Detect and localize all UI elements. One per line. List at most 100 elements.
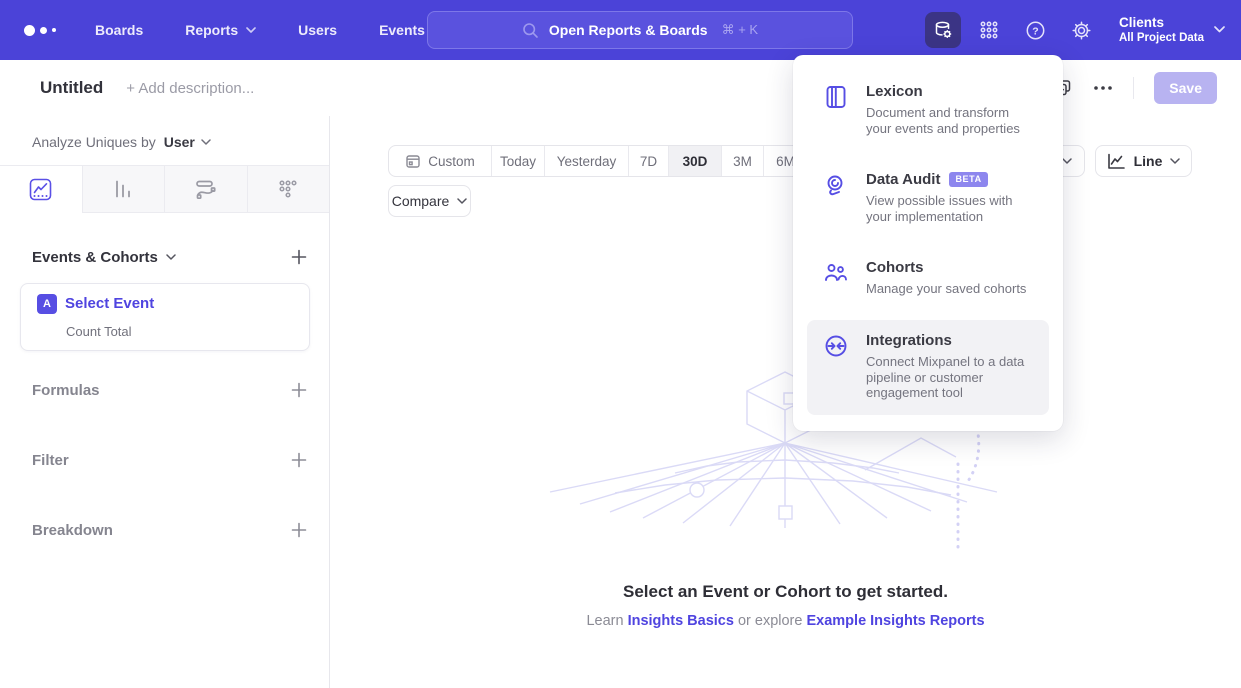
add-description-field[interactable]: + Add description... (126, 80, 254, 97)
line-chart-tab-icon (29, 178, 52, 201)
query-builder-sidebar: Analyze Uniques by User (0, 116, 330, 688)
example-insights-reports-link[interactable]: Example Insights Reports (806, 613, 984, 629)
chart-style-label: Line (1134, 153, 1163, 169)
database-gear-icon (933, 20, 954, 41)
nav-boards-label: Boards (95, 22, 143, 38)
lexicon-book-icon (823, 83, 849, 136)
menu-item-data-audit[interactable]: Data Audit BETA View possible issues wit… (807, 159, 1049, 238)
tab-retention[interactable] (247, 166, 330, 213)
more-options-icon[interactable] (1093, 85, 1113, 91)
help-button[interactable]: ? (1017, 12, 1053, 48)
project-name: All Project Data (1119, 31, 1204, 46)
header-actions: Save (1053, 72, 1217, 104)
empty-state-subtext: Learn Insights Basics or explore Example… (330, 613, 1241, 629)
header-divider (1133, 77, 1134, 99)
chart-type-tabs (0, 165, 329, 213)
menu-item-cohorts[interactable]: Cohorts Manage your saved cohorts (807, 247, 1049, 311)
gear-icon (1071, 20, 1092, 41)
date-range-yesterday-label: Yesterday (557, 154, 617, 169)
date-range-custom[interactable]: Custom (389, 146, 491, 176)
apps-grid-button[interactable] (971, 12, 1007, 48)
svg-text:?: ? (1032, 25, 1038, 37)
select-event-card[interactable]: A Select Event Count Total (20, 283, 310, 351)
breakdown-section: Breakdown (32, 519, 307, 541)
date-range-30d[interactable]: 30D (668, 146, 721, 176)
nav-users-label: Users (298, 22, 337, 38)
tab-bar-chart[interactable] (82, 166, 165, 213)
cohorts-people-icon (823, 259, 849, 297)
events-cohorts-section: Events & Cohorts (32, 246, 307, 268)
date-range-custom-label: Custom (428, 154, 475, 169)
lexicon-description: Document and transform your events and p… (866, 105, 1033, 136)
empty-state-heading: Select an Event or Cohort to get started… (330, 582, 1241, 602)
breakdown-label: Breakdown (32, 522, 113, 539)
analyze-value: User (164, 134, 195, 150)
filter-section: Filter (32, 449, 307, 471)
tab-flows[interactable] (164, 166, 247, 213)
menu-item-lexicon[interactable]: Lexicon Document and transform your even… (807, 71, 1049, 150)
search-icon (522, 22, 539, 39)
lexicon-title: Lexicon (866, 83, 923, 100)
analyze-uniques-selector[interactable]: Analyze Uniques by User (32, 134, 211, 150)
mixpanel-logo-icon[interactable] (24, 25, 56, 36)
help-icon: ? (1025, 20, 1046, 41)
chevron-down-icon (1214, 26, 1225, 33)
filter-label: Filter (32, 452, 69, 469)
nav-boards[interactable]: Boards (74, 0, 164, 60)
chevron-down-icon (1062, 158, 1072, 164)
chevron-down-icon (1170, 158, 1180, 164)
compare-button[interactable]: Compare (388, 185, 471, 217)
compare-label: Compare (392, 193, 450, 209)
add-filter-button[interactable] (291, 452, 307, 468)
date-range-7d-label: 7D (640, 154, 657, 169)
mixpanel-insights-app: Boards Reports Users Events Open Reports… (0, 0, 1241, 688)
learn-prefix: Learn (586, 613, 627, 629)
line-chart-icon (1107, 153, 1126, 170)
nav-users[interactable]: Users (277, 0, 358, 60)
chart-style-dropdown[interactable]: Line (1095, 145, 1192, 177)
formulas-label: Formulas (32, 382, 100, 399)
save-button[interactable]: Save (1154, 72, 1217, 104)
data-audit-icon (823, 171, 849, 224)
select-event-label[interactable]: Select Event (65, 295, 154, 312)
project-selector[interactable]: Clients All Project Data (1109, 14, 1225, 46)
settings-button[interactable] (1063, 12, 1099, 48)
date-range-today[interactable]: Today (491, 146, 544, 176)
events-cohorts-label: Events & Cohorts (32, 249, 158, 266)
event-letter-badge: A (37, 294, 57, 314)
flows-tab-icon (194, 177, 218, 201)
count-total-label[interactable]: Count Total (66, 324, 132, 339)
global-search-input[interactable]: Open Reports & Boards ⌘ + K (427, 11, 853, 49)
formulas-section: Formulas (32, 379, 307, 401)
add-formula-button[interactable] (291, 382, 307, 398)
menu-item-integrations[interactable]: Integrations Connect Mixpanel to a data … (807, 320, 1049, 415)
nav-events-label: Events (379, 22, 425, 38)
chevron-down-icon (246, 27, 256, 33)
tab-insights-line[interactable] (0, 166, 82, 213)
add-event-button[interactable] (291, 249, 307, 265)
date-range-yesterday[interactable]: Yesterday (544, 146, 628, 176)
integrations-sync-icon (823, 332, 849, 401)
analyze-label: Analyze Uniques by (32, 134, 156, 150)
insights-basics-link[interactable]: Insights Basics (628, 613, 734, 629)
beta-badge: BETA (949, 172, 987, 187)
bar-chart-tab-icon (112, 178, 134, 200)
data-management-button[interactable] (925, 12, 961, 48)
retention-tab-icon (277, 178, 299, 200)
top-navbar: Boards Reports Users Events Open Reports… (0, 0, 1241, 60)
integrations-title: Integrations (866, 332, 952, 349)
or-explore-text: or explore (734, 613, 807, 629)
org-name: Clients (1119, 14, 1204, 32)
calendar-icon (405, 153, 421, 169)
date-range-3m[interactable]: 3M (721, 146, 763, 176)
nav-reports-label: Reports (185, 22, 238, 38)
report-title[interactable]: Untitled (40, 78, 103, 98)
navbar-right-cluster: ? Clients All Project Data (925, 0, 1225, 60)
nav-reports[interactable]: Reports (164, 0, 277, 60)
date-range-7d[interactable]: 7D (628, 146, 668, 176)
events-cohorts-header[interactable]: Events & Cohorts (32, 249, 176, 266)
add-breakdown-button[interactable] (291, 522, 307, 538)
date-range-30d-label: 30D (683, 154, 708, 169)
data-audit-title: Data Audit (866, 171, 940, 188)
grid-dots-icon (979, 20, 999, 40)
